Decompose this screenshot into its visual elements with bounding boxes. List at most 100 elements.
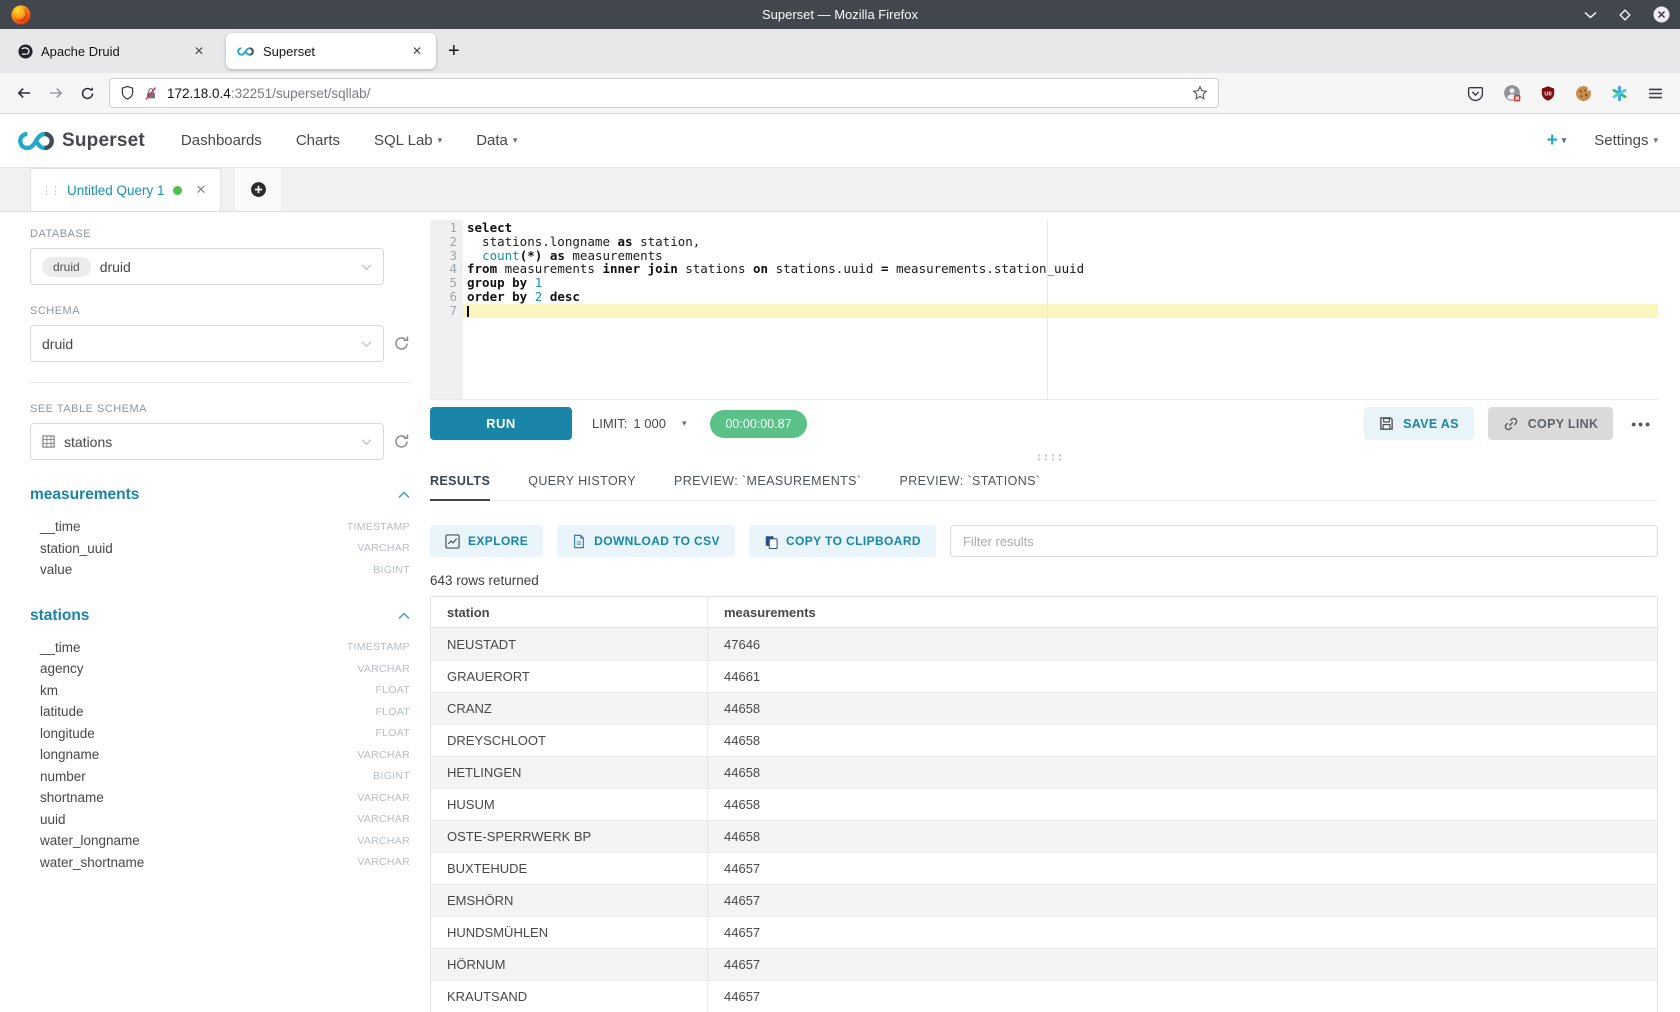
shield-icon[interactable] <box>120 85 135 101</box>
lock-insecure-icon[interactable] <box>144 86 158 101</box>
copy-link-button[interactable]: COPY LINK <box>1488 407 1614 440</box>
table-select[interactable]: stations <box>30 423 384 460</box>
code-line[interactable]: stations.longname as station, <box>463 235 1658 249</box>
run-button[interactable]: RUN <box>430 407 572 440</box>
results-tab[interactable]: QUERY HISTORY <box>528 467 636 500</box>
pocket-icon[interactable] <box>1467 85 1484 102</box>
code-line[interactable]: select <box>463 221 1658 235</box>
refresh-table-icon[interactable] <box>392 433 410 450</box>
sql-editor[interactable]: 1234567 select stations.longname as stat… <box>430 220 1658 399</box>
schema-column-row[interactable]: longnameVARCHAR <box>30 744 410 766</box>
new-query-tab-button[interactable] <box>235 168 281 211</box>
code-line[interactable] <box>463 304 1658 318</box>
explore-button[interactable]: EXPLORE <box>430 525 543 557</box>
chevron-up-icon[interactable] <box>398 491 410 499</box>
new-tab-button[interactable]: + <box>436 40 472 63</box>
results-column-header[interactable]: measurements <box>708 597 1657 627</box>
tab-close-icon[interactable]: ✕ <box>408 42 426 60</box>
url-bar[interactable]: 172.18.0.4:32251/superset/sqllab/ <box>109 78 1219 108</box>
refresh-schema-icon[interactable] <box>392 335 410 352</box>
menu-icon[interactable] <box>1647 85 1664 102</box>
superset-logo[interactable]: Superset <box>16 130 145 152</box>
schema-column-row[interactable]: valueBIGINT <box>30 559 410 581</box>
schema-column-row[interactable]: longitudeFLOAT <box>30 723 410 745</box>
schema-column-row[interactable]: __timeTIMESTAMP <box>30 637 410 659</box>
schema-column-row[interactable]: kmFLOAT <box>30 680 410 702</box>
code-line[interactable]: group by 1 <box>463 276 1658 290</box>
nav-charts[interactable]: Charts <box>296 132 340 149</box>
table-row[interactable]: DREYSCHLOOT44658 <box>431 724 1657 756</box>
query-tab-active[interactable]: ⋮⋮ Untitled Query 1 ✕ <box>30 168 221 211</box>
new-item-menu[interactable]: +▾ <box>1547 130 1567 152</box>
download-csv-button[interactable]: DOWNLOAD TO CSV <box>557 525 735 557</box>
schema-column-row[interactable]: shortnameVARCHAR <box>30 787 410 809</box>
table-cell: 44661 <box>708 661 1657 692</box>
query-tab-close-icon[interactable]: ✕ <box>196 182 207 198</box>
table-row[interactable]: NEUSTADT47646 <box>431 628 1657 660</box>
tab-close-icon[interactable]: ✕ <box>190 42 208 60</box>
schema-column-row[interactable]: latitudeFLOAT <box>30 701 410 723</box>
sqllab-sidebar: DATABASE druid druid SCHEMA druid SEE TA… <box>0 212 420 1012</box>
schema-table-header[interactable]: stations <box>30 607 410 625</box>
table-row[interactable]: BUXTEHUDE44657 <box>431 852 1657 884</box>
database-select[interactable]: druid druid <box>30 248 384 285</box>
schema-select[interactable]: druid <box>30 325 384 362</box>
table-row[interactable]: GRAUERORT44661 <box>431 660 1657 692</box>
schema-column-row[interactable]: __timeTIMESTAMP <box>30 516 410 538</box>
table-row[interactable]: CRANZ44658 <box>431 692 1657 724</box>
code-line[interactable]: from measurements inner join stations on… <box>463 262 1658 276</box>
save-as-button[interactable]: SAVE AS <box>1364 407 1474 440</box>
table-row[interactable]: OSTE-SPERRWERK BP44658 <box>431 820 1657 852</box>
table-row[interactable]: KRAUTSAND44657 <box>431 980 1657 1012</box>
nav-dashboards[interactable]: Dashboards <box>181 132 262 149</box>
limit-dropdown[interactable]: LIMIT: 1 000 ▾ <box>592 416 686 431</box>
column-name: longname <box>30 747 99 762</box>
back-icon[interactable] <box>16 85 32 101</box>
panel-resize-handle[interactable] <box>420 447 1680 467</box>
table-row[interactable]: HUSUM44658 <box>431 788 1657 820</box>
results-tab[interactable]: RESULTS <box>430 467 490 501</box>
database-type-tag: druid <box>42 257 91 277</box>
table-row[interactable]: EMSHÖRN44657 <box>431 884 1657 916</box>
forward-icon[interactable] <box>48 85 64 101</box>
bookmark-star-icon[interactable] <box>1192 85 1208 101</box>
results-tab[interactable]: PREVIEW: `MEASUREMENTS` <box>674 467 861 500</box>
window-close-icon[interactable] <box>1653 6 1670 23</box>
chevron-up-icon[interactable] <box>398 612 410 620</box>
copy-link-label: COPY LINK <box>1528 417 1599 431</box>
schema-column-row[interactable]: station_uuidVARCHAR <box>30 538 410 560</box>
drag-handle-icon[interactable]: ⋮⋮ <box>41 184 59 197</box>
browser-tab-superset[interactable]: Superset ✕ <box>226 33 436 69</box>
more-options-button[interactable]: ••• <box>1625 416 1658 432</box>
extension-asterisk-icon[interactable] <box>1611 85 1628 102</box>
schema-column-row[interactable]: agencyVARCHAR <box>30 658 410 680</box>
schema-column-row[interactable]: water_longnameVARCHAR <box>30 830 410 852</box>
results-column-header[interactable]: station <box>431 597 708 627</box>
schema-table-header[interactable]: measurements <box>30 486 410 504</box>
copy-clipboard-button[interactable]: COPY TO CLIPBOARD <box>749 525 936 557</box>
table-cell: 44657 <box>708 917 1657 948</box>
caret-down-icon: ▾ <box>513 135 518 146</box>
code-line[interactable]: count(*) as measurements <box>463 249 1658 263</box>
extension-account-icon[interactable] <box>1503 84 1521 102</box>
editor-code[interactable]: select stations.longname as station, cou… <box>463 220 1658 399</box>
cookie-icon[interactable] <box>1575 85 1592 102</box>
url-text[interactable]: 172.18.0.4:32251/superset/sqllab/ <box>167 86 1183 101</box>
settings-menu[interactable]: Settings▾ <box>1594 132 1658 149</box>
filter-results-input[interactable] <box>950 525 1658 557</box>
table-row[interactable]: HETLINGEN44658 <box>431 756 1657 788</box>
code-line[interactable]: order by 2 desc <box>463 290 1658 304</box>
schema-column-row[interactable]: water_shortnameVARCHAR <box>30 852 410 874</box>
table-row[interactable]: HUNDSMÜHLEN44657 <box>431 916 1657 948</box>
table-row[interactable]: HÖRNUM44657 <box>431 948 1657 980</box>
schema-column-row[interactable]: uuidVARCHAR <box>30 809 410 831</box>
window-minimize-icon[interactable] <box>1584 11 1597 19</box>
results-tab[interactable]: PREVIEW: `STATIONS` <box>899 467 1040 500</box>
reload-icon[interactable] <box>80 86 95 101</box>
ublock-icon[interactable]: U0 <box>1540 85 1556 102</box>
browser-tab-apache-druid[interactable]: Apache Druid ✕ <box>8 33 218 69</box>
window-maximize-icon[interactable] <box>1619 9 1631 21</box>
schema-column-row[interactable]: numberBIGINT <box>30 766 410 788</box>
nav-data[interactable]: Data▾ <box>476 132 517 149</box>
nav-sql-lab[interactable]: SQL Lab▾ <box>374 132 442 149</box>
